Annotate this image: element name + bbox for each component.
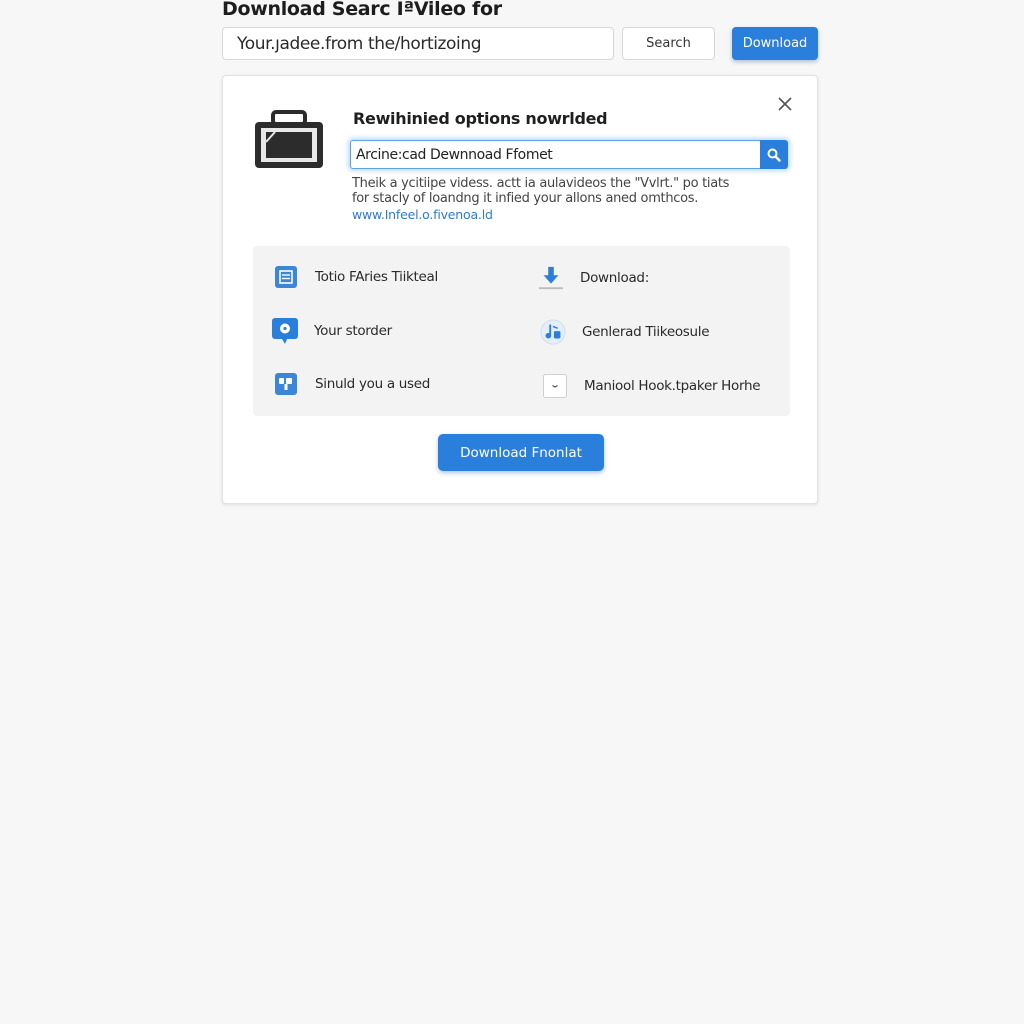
option-item[interactable]: Totio FAries Tiikteal	[273, 263, 438, 291]
download-button[interactable]: Download	[732, 27, 818, 60]
option-label: Download:	[580, 270, 649, 286]
option-item[interactable]: Your storder	[272, 317, 392, 345]
format-input-value: Arcine:cad Dewnnoad Ffomet	[356, 146, 553, 163]
close-button[interactable]	[774, 93, 796, 115]
url-input[interactable]: Your.ȷadee.from the/hortizoing	[222, 27, 614, 60]
people-icon	[273, 371, 299, 397]
music-note-icon	[540, 319, 566, 345]
page-title: Download Searc IªVileo for	[222, 0, 502, 20]
option-item[interactable]: Genlerad Tiikeosule	[540, 318, 710, 346]
option-label: Totio FAries Tiikteal	[315, 269, 438, 285]
format-search-button[interactable]	[760, 140, 788, 169]
format-input[interactable]: Arcine:cad Dewnnoad Ffomet	[350, 140, 760, 169]
option-item[interactable]: Maniool Hook.tpaker Horhe	[542, 372, 761, 400]
options-panel: Totio FAries Tiikteal Download: Your sto…	[253, 246, 790, 416]
url-input-value: Your.ȷadee.from the/hortizoing	[237, 33, 482, 54]
download-arrow-icon	[538, 265, 564, 291]
briefcase-icon	[255, 110, 323, 168]
search-icon	[767, 148, 781, 162]
search-button[interactable]: Search	[622, 27, 715, 60]
info-link[interactable]: www.Infeel.o.fivenoa.ld	[352, 207, 493, 222]
option-item[interactable]: Sinuld you a used	[273, 370, 430, 398]
dialog-description: Theik a ycitiipe videss. actt ia aulavid…	[352, 176, 730, 206]
option-item[interactable]: Download:	[538, 264, 649, 292]
option-label: Sinuld you a used	[315, 376, 431, 392]
dialog-heading: Rewihinied options nowrlded	[353, 109, 608, 128]
close-icon	[778, 97, 792, 111]
dropdown-box-icon	[542, 373, 568, 399]
option-label: Your storder	[314, 323, 392, 339]
option-label: Genlerad Tiikeosule	[582, 324, 710, 340]
option-label: Maniool Hook.tpaker Horhe	[584, 378, 761, 394]
download-format-button[interactable]: Download Fnonlat	[438, 434, 604, 471]
list-icon	[273, 264, 299, 290]
download-options-dialog: Rewihinied options nowrlded Arcine:cad D…	[222, 75, 818, 504]
chat-bubble-icon	[272, 317, 298, 344]
format-search-field: Arcine:cad Dewnnoad Ffomet	[350, 140, 788, 169]
